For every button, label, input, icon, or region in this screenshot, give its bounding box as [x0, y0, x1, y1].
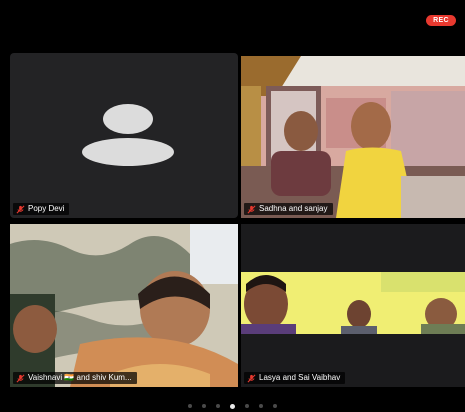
page-dot[interactable] [202, 404, 206, 408]
page-indicator[interactable] [0, 402, 465, 410]
participant-tile-vaishnavi-shiv[interactable]: Vaishnavi 🇮🇳 and shiv Kum... [10, 224, 238, 387]
participant-tile-sadhna-sanjay[interactable]: Sadhna and sanjay [241, 56, 465, 218]
participant-tile-lasya-sai[interactable]: Lasya and Sai Vaibhav [241, 224, 465, 387]
page-dot[interactable] [188, 404, 192, 408]
participant-name-tag: Popy Devi [13, 203, 70, 215]
participant-name: Vaishnavi 🇮🇳 and shiv Kum... [28, 373, 132, 382]
participant-name-tag: Vaishnavi 🇮🇳 and shiv Kum... [13, 372, 137, 384]
participant-name: Popy Devi [28, 204, 65, 213]
participant-name-tag: Sadhna and sanjay [244, 203, 333, 215]
mic-muted-icon [247, 374, 256, 383]
page-dot[interactable] [230, 403, 235, 409]
mic-muted-icon [16, 374, 25, 383]
video-feed-image [241, 224, 465, 387]
participant-name: Lasya and Sai Vaibhav [259, 373, 341, 382]
avatar-placeholder-icon [82, 104, 174, 166]
participant-name-tag: Lasya and Sai Vaibhav [244, 372, 346, 384]
page-dot[interactable] [245, 404, 249, 408]
page-dot[interactable] [216, 404, 220, 408]
participant-tile-popy-devi[interactable]: Popy Devi [10, 53, 238, 218]
mic-muted-icon [247, 205, 256, 214]
mic-muted-icon [16, 205, 25, 214]
video-grid: Popy Devi Sadhna and sanjay Vaishnavi 🇮🇳… [0, 0, 465, 412]
page-dot[interactable] [259, 404, 263, 408]
video-feed-image [10, 224, 238, 387]
video-feed-image [241, 56, 465, 218]
page-dot[interactable] [273, 404, 277, 408]
participant-name: Sadhna and sanjay [259, 204, 328, 213]
